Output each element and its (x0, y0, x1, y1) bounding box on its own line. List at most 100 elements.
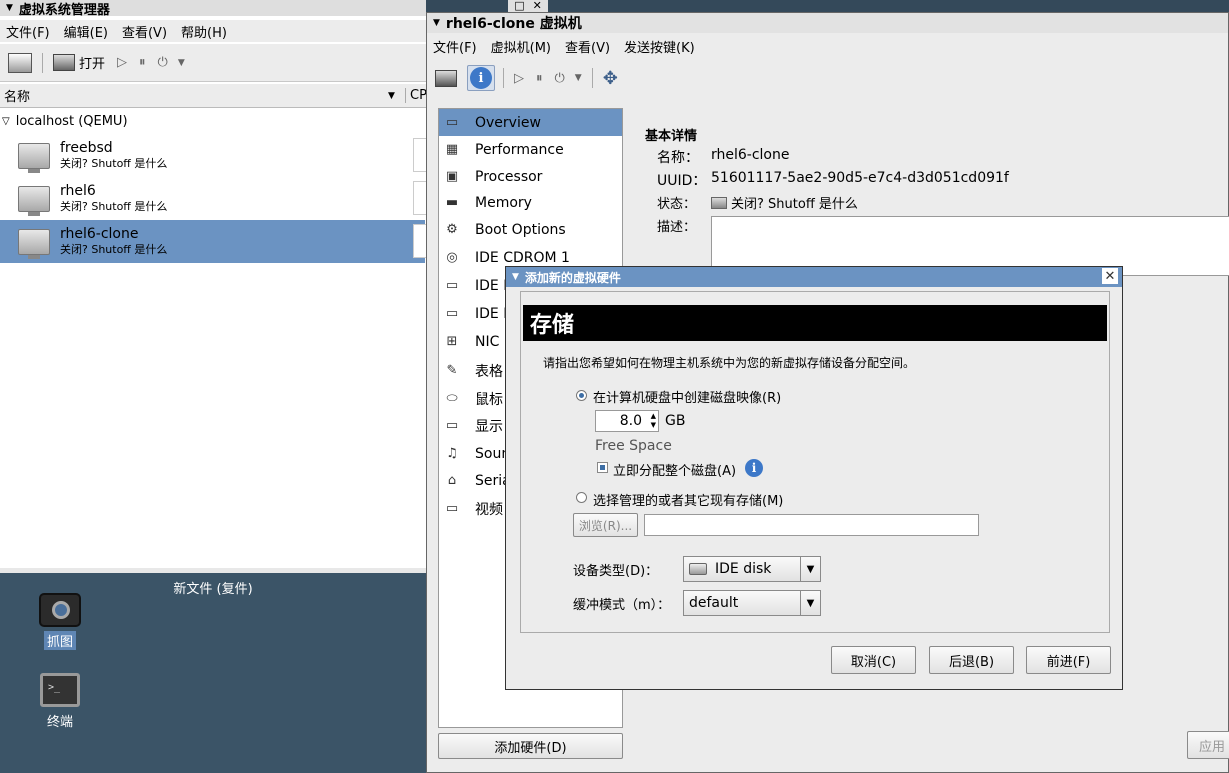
shutdown-button[interactable]: ⏻ ▼ (553, 65, 584, 91)
host-row[interactable]: ▽ localhost (QEMU) (0, 111, 128, 131)
hardware-item-performance[interactable]: ▦ Performance (439, 136, 622, 163)
hardware-item-overview[interactable]: ▭ Overview (439, 109, 622, 136)
hardware-label: Overview (475, 114, 541, 131)
dialog-titlebar[interactable]: ▼ 添加新的虚拟硬件 ✕ (506, 267, 1122, 287)
collapse-icon[interactable]: ▼ (6, 3, 13, 13)
expander-icon[interactable]: ▽ (2, 116, 10, 127)
tablet-icon: ✎ (446, 363, 458, 378)
power-icon: ⏻ (157, 55, 168, 70)
disk-icon: ▭ (445, 306, 459, 321)
status-monitor-icon (711, 196, 727, 209)
shutdown-button[interactable]: ⏻ ▼ (156, 50, 187, 76)
console-button[interactable] (433, 65, 459, 91)
size-spinner[interactable]: 8.0 ▲ ▼ (595, 410, 659, 432)
sort-chevron-icon[interactable]: ▼ (388, 91, 395, 101)
size-unit: GB (665, 413, 686, 429)
existing-storage-radio[interactable] (576, 492, 587, 503)
open-button[interactable]: 打开 (51, 50, 107, 76)
device-type-value: IDE disk (715, 561, 772, 577)
uuid-value: 51601117-5ae2-90d5-e7c4-d3d051cd091f (711, 170, 1009, 186)
vm-name: rhel6 (60, 182, 96, 199)
cancel-button[interactable]: 取消(C) (831, 646, 916, 674)
dialog-title: 添加新的虚拟硬件 (524, 270, 621, 285)
banner-title: 存储 (530, 313, 575, 338)
new-vm-icon (8, 52, 32, 73)
storage-path-field[interactable] (644, 514, 979, 536)
desktop-icon-label: 抓图 (43, 631, 76, 650)
menu-edit[interactable]: 编辑(E) (64, 22, 108, 41)
vm-monitor-icon (18, 228, 50, 259)
pause-button[interactable]: ⏸ (534, 65, 545, 91)
dropdown-arrow-icon: ▼ (800, 557, 820, 581)
menu-view[interactable]: 查看(V) (565, 37, 610, 56)
forward-label: 前进(F) (1046, 654, 1091, 670)
desktop-icon-terminal[interactable]: >_ 终端 (30, 673, 90, 730)
status-value: 关闭? Shutoff 是什么 (731, 197, 858, 212)
create-disk-radio[interactable] (576, 390, 587, 401)
collapse-icon[interactable]: ▼ (433, 18, 440, 28)
add-hardware-button[interactable]: 添加硬件(D) (438, 733, 623, 759)
free-space-label: Free Space (595, 438, 672, 454)
monitor-icon: ▭ (445, 115, 459, 130)
alloc-label[interactable]: 立即分配整个磁盘(A) (613, 460, 736, 479)
collapse-icon[interactable]: ▼ (512, 272, 519, 282)
hardware-item-memory[interactable]: ▬ Memory (439, 189, 622, 216)
manager-titlebar[interactable]: ▼ 虚拟系统管理器 (0, 0, 426, 18)
forward-button[interactable]: 前进(F) (1026, 646, 1111, 674)
close-icon[interactable]: ✕ (533, 0, 542, 12)
apply-button[interactable]: 应用 (1187, 731, 1229, 759)
device-type-select[interactable]: IDE disk ▼ (683, 556, 821, 582)
details-button[interactable]: i (467, 65, 495, 91)
manager-window: ▼ 虚拟系统管理器 文件(F) 编辑(E) 查看(V) 帮助(H) 打开 ▷ ⏸… (0, 0, 427, 568)
name-value[interactable]: rhel6-clone (711, 147, 789, 163)
hardware-item-processor[interactable]: ▣ Processor (439, 163, 622, 190)
power-icon: ⏻ (554, 70, 565, 86)
gears-icon: ⚙ (446, 222, 458, 237)
mouse-icon: ⬭ (446, 391, 458, 406)
new-vm-button[interactable] (6, 50, 34, 76)
uuid-label: UUID： (657, 173, 707, 189)
close-icon[interactable]: ✕ (1102, 268, 1118, 284)
chevron-down-icon[interactable]: ▼ (178, 58, 185, 68)
nic-icon: ⊞ (446, 334, 458, 349)
menu-view[interactable]: 查看(V) (122, 22, 167, 41)
fullscreen-button[interactable]: ✥ (601, 65, 620, 91)
vm-row-freebsd[interactable]: freebsd 关闭? Shutoff 是什么 (0, 134, 427, 177)
menu-sendkey[interactable]: 发送按键(K) (624, 37, 695, 56)
add-hardware-dialog: ▼ 添加新的虚拟硬件 ✕ 存储 请指出您希望如何在物理主机系统中为您的新虚拟存储… (505, 266, 1123, 690)
desc-label: 描述： (657, 220, 697, 235)
spin-arrows-icon[interactable]: ▲ ▼ (651, 412, 656, 430)
menu-vm[interactable]: 虚拟机(M) (491, 37, 551, 56)
menu-help[interactable]: 帮助(H) (181, 22, 227, 41)
menu-file[interactable]: 文件(F) (433, 37, 477, 56)
existing-storage-label[interactable]: 选择管理的或者其它现有存储(M) (593, 490, 783, 509)
cache-mode-select[interactable]: default ▼ (683, 590, 821, 616)
vm-row-rhel6[interactable]: rhel6 关闭? Shutoff 是什么 (0, 177, 427, 220)
pause-icon: ⏸ (536, 70, 543, 86)
back-button[interactable]: 后退(B) (929, 646, 1014, 674)
maximize-icon[interactable]: □ (514, 0, 524, 12)
vm-row-rhel6-clone[interactable]: rhel6-clone 关闭? Shutoff 是什么 (0, 220, 427, 263)
intro-text: 请指出您希望如何在物理主机系统中为您的新虚拟存储设备分配空间。 (543, 356, 916, 370)
chevron-down-icon[interactable]: ▼ (575, 73, 582, 83)
column-name[interactable]: 名称 (0, 86, 400, 105)
host-label: localhost (QEMU) (15, 113, 128, 129)
hardware-item-boot-options[interactable]: ⚙ Boot Options (439, 216, 622, 243)
run-button[interactable]: ▷ (115, 50, 129, 76)
toolbar-separator (503, 68, 504, 88)
menu-file[interactable]: 文件(F) (6, 22, 50, 41)
move-arrows-icon: ✥ (602, 67, 618, 89)
run-button[interactable]: ▷ (512, 65, 526, 91)
pause-button[interactable]: ⏸ (137, 50, 148, 76)
alloc-checkbox[interactable] (597, 462, 608, 473)
create-disk-label[interactable]: 在计算机硬盘中创建磁盘映像(R) (593, 387, 781, 406)
performance-icon: ▦ (445, 142, 459, 157)
column-cpu[interactable]: CP (405, 88, 427, 103)
vm-titlebar[interactable]: ▼ rhel6-clone 虚拟机 (427, 13, 1228, 33)
browse-button[interactable]: 浏览(R)... (573, 513, 638, 537)
info-icon[interactable]: i (745, 459, 763, 477)
hardware-label: IDE CDROM 1 (475, 249, 570, 266)
desktop-icon-screenshot[interactable]: 抓图 (30, 593, 90, 650)
hardware-label: Processor (475, 168, 543, 185)
terminal-icon: >_ (40, 673, 80, 707)
